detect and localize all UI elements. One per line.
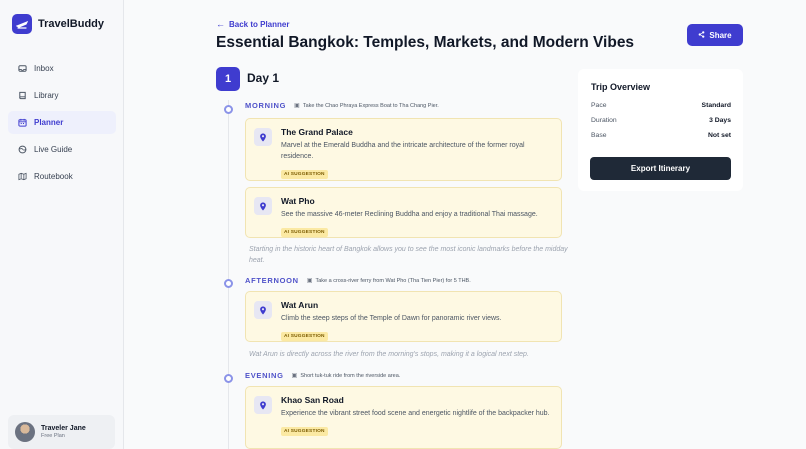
- activity-card-wat-arun[interactable]: Wat Arun Climb the steep steps of the Te…: [245, 291, 562, 342]
- ai-suggestion-badge: AI SUGGESTION: [281, 332, 328, 341]
- overview-key: Pace: [591, 102, 607, 109]
- afternoon-note: Wat Arun is directly across the river fr…: [249, 351, 529, 358]
- trip-overview-title: Trip Overview: [591, 82, 651, 92]
- sidebar-item-label: Routebook: [34, 172, 73, 181]
- period-evening: EVENING ▣ Short tuk-tuk ride from the ri…: [245, 371, 400, 380]
- globe-icon: [17, 145, 27, 155]
- card-body: Wat Arun Climb the steep steps of the Te…: [281, 300, 551, 342]
- card-description: Experience the vibrant street food scene…: [281, 410, 550, 417]
- location-pin-icon: [254, 396, 272, 414]
- share-button[interactable]: Share: [687, 24, 743, 46]
- location-pin-icon: [254, 128, 272, 146]
- timeline-dot-afternoon: [224, 279, 233, 288]
- period-label: EVENING: [245, 371, 284, 380]
- page-title: Essential Bangkok: Temples, Markets, and…: [216, 34, 635, 51]
- sidebar-item-inbox[interactable]: Inbox: [8, 57, 116, 80]
- overview-value: 3 Days: [709, 117, 731, 124]
- overview-value: Standard: [701, 102, 731, 109]
- inbox-icon: [17, 64, 27, 74]
- transit-info: ▣ Take a cross-river ferry from Wat Pho …: [306, 277, 471, 285]
- back-link-label: Back to Planner: [229, 19, 290, 29]
- card-title: Khao San Road: [281, 395, 344, 405]
- sidebar-item-label: Inbox: [34, 64, 54, 73]
- bus-icon: ▣: [306, 278, 313, 284]
- day-title: Day 1: [247, 71, 280, 85]
- timeline-dot-morning: [224, 105, 233, 114]
- location-pin-icon: [254, 197, 272, 215]
- plane-logo-icon: [12, 14, 32, 34]
- overview-row-duration: Duration 3 Days: [591, 117, 731, 124]
- ai-suggestion-badge: AI SUGGESTION: [281, 228, 328, 237]
- avatar: [15, 422, 35, 442]
- sidebar-item-live-guide[interactable]: Live Guide: [8, 138, 116, 161]
- period-label: MORNING: [245, 101, 287, 110]
- day-number-badge: 1: [216, 67, 240, 91]
- calendar-icon: [17, 118, 27, 128]
- sidebar-item-library[interactable]: Library: [8, 84, 116, 107]
- overview-key: Duration: [591, 117, 617, 124]
- brand-name: TravelBuddy: [38, 18, 105, 30]
- share-icon: [698, 30, 705, 40]
- timeline-line: [228, 100, 229, 449]
- overview-row-pace: Pace Standard: [591, 102, 731, 109]
- card-description: See the massive 46-meter Reclining Buddh…: [281, 211, 538, 218]
- card-title: Wat Pho: [281, 196, 315, 206]
- brand[interactable]: TravelBuddy: [12, 14, 104, 34]
- user-plan: Free Plan: [41, 432, 65, 439]
- card-description: Marvel at the Emerald Buddha and the int…: [281, 142, 525, 160]
- sidebar-nav: Inbox Library Planner Live Guide Routebo…: [8, 57, 116, 192]
- sidebar-item-planner[interactable]: Planner: [8, 111, 116, 134]
- transit-text: Take a cross-river ferry from Wat Pho (T…: [315, 277, 471, 284]
- timeline-dot-evening: [224, 374, 233, 383]
- card-description: Climb the steep steps of the Temple of D…: [281, 315, 502, 322]
- bus-icon: ▣: [294, 103, 300, 109]
- card-body: The Grand Palace Marvel at the Emerald B…: [281, 127, 551, 180]
- ai-suggestion-badge: AI SUGGESTION: [281, 427, 328, 436]
- sidebar-item-label: Live Guide: [34, 145, 73, 154]
- main-content: ← Back to Planner Essential Bangkok: Tem…: [124, 0, 806, 449]
- transit-text: Short tuk-tuk ride from the riverside ar…: [300, 372, 401, 379]
- transit-info: ▣ Short tuk-tuk ride from the riverside …: [291, 372, 401, 380]
- overview-key: Base: [591, 132, 607, 139]
- share-label: Share: [709, 30, 732, 40]
- user-name: Traveler Jane: [41, 424, 86, 432]
- overview-value: Not set: [707, 132, 731, 139]
- arrow-left-icon: ←: [216, 19, 225, 29]
- transit-info: ▣ Take the Chao Phraya Express Boat to T…: [294, 102, 439, 110]
- period-morning: MORNING ▣ Take the Chao Phraya Express B…: [245, 101, 439, 110]
- ai-suggestion-badge: AI SUGGESTION: [281, 170, 328, 179]
- period-label: AFTERNOON: [245, 276, 299, 285]
- map-icon: [17, 172, 27, 182]
- transit-text: Take the Chao Phraya Express Boat to Tha…: [302, 102, 439, 109]
- bus-icon: ▣: [291, 373, 298, 379]
- book-icon: [17, 91, 27, 101]
- activity-card-khao-san-road[interactable]: Khao San Road Experience the vibrant str…: [245, 386, 562, 449]
- activity-card-grand-palace[interactable]: The Grand Palace Marvel at the Emerald B…: [245, 118, 562, 181]
- location-pin-icon: [254, 301, 272, 319]
- card-body: Wat Pho See the massive 46-meter Reclini…: [281, 196, 551, 238]
- morning-note: Starting in the historic heart of Bangko…: [249, 246, 568, 264]
- activity-card-wat-pho[interactable]: Wat Pho See the massive 46-meter Reclini…: [245, 187, 562, 238]
- user-info: Traveler Jane Free Plan: [41, 425, 86, 439]
- card-title: The Grand Palace: [281, 127, 353, 137]
- sidebar-item-label: Library: [34, 91, 59, 100]
- card-body: Khao San Road Experience the vibrant str…: [281, 395, 551, 437]
- sidebar: TravelBuddy Inbox Library Planner Live G…: [0, 0, 124, 449]
- back-to-planner-link[interactable]: ← Back to Planner: [216, 19, 289, 29]
- sidebar-item-label: Planner: [34, 118, 64, 127]
- sidebar-item-routebook[interactable]: Routebook: [8, 165, 116, 188]
- period-afternoon: AFTERNOON ▣ Take a cross-river ferry fro…: [245, 276, 471, 285]
- export-itinerary-button[interactable]: Export Itinerary: [590, 157, 731, 180]
- card-title: Wat Arun: [281, 300, 319, 310]
- trip-overview-panel: Trip Overview Pace Standard Duration 3 D…: [578, 69, 743, 191]
- user-profile-card[interactable]: Traveler Jane Free Plan: [8, 415, 115, 449]
- overview-row-base: Base Not set: [591, 132, 731, 139]
